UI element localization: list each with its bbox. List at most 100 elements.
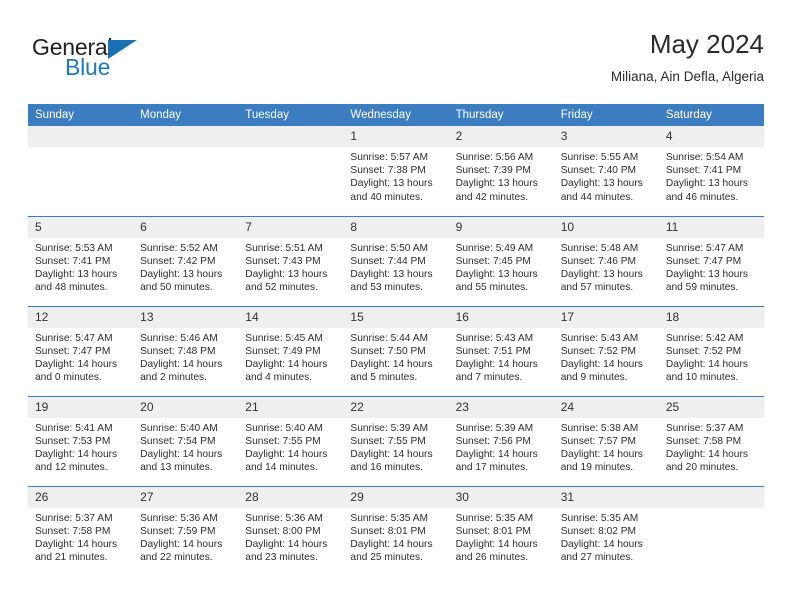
daylight-text: Daylight: 14 hours bbox=[560, 358, 643, 370]
sunset-text: Sunset: 8:00 PM bbox=[245, 525, 321, 537]
calendar-day-cell[interactable]: 8 Sunrise: 5:50 AM Sunset: 7:44 PM Daylight… bbox=[343, 215, 449, 306]
weekday-header-monday: Monday bbox=[133, 104, 239, 126]
calendar-day-cell[interactable]: 3 Sunrise: 5:55 AM Sunset: 7:40 PM Daylight… bbox=[553, 126, 659, 216]
calendar-day-cell[interactable]: 12 Sunrise: 5:47 AM Sunset: 7:47 PM Dayligh… bbox=[28, 305, 134, 396]
sunset-text: Sunset: 7:39 PM bbox=[455, 165, 531, 177]
calendar-day-cell[interactable]: 24 Sunrise: 5:38 AM Sunset: 7:57 PM Dayligh… bbox=[553, 395, 659, 486]
sunrise-text: Sunrise: 5:47 AM bbox=[35, 332, 113, 344]
sunrise-text: Sunrise: 5:48 AM bbox=[560, 242, 639, 254]
calendar-day-cell[interactable]: 13 Sunrise: 5:46 AM Sunset: 7:48 PM Dayligh… bbox=[133, 305, 239, 396]
day-number: 6 bbox=[133, 216, 239, 238]
daylight-text: and 44 minutes. bbox=[560, 191, 634, 203]
daylight-text: Daylight: 14 hours bbox=[140, 538, 223, 550]
sunrise-text: Sunrise: 5:45 AM bbox=[245, 332, 323, 344]
day-details: Sunrise: 5:54 AM Sunset: 7:41 PM Daylight:… bbox=[659, 147, 764, 204]
calendar-day-cell[interactable]: 14 Sunrise: 5:45 AM Sunset: 7:49 PM Dayligh… bbox=[238, 305, 344, 396]
calendar-day-cell[interactable]: 7 Sunrise: 5:51 AM Sunset: 7:43 PM Daylight… bbox=[238, 215, 344, 306]
calendar-day-cell[interactable]: 21 Sunrise: 5:40 AM Sunset: 7:55 PM Dayligh… bbox=[238, 395, 344, 486]
day-details: Sunrise: 5:39 AM Sunset: 7:55 PM Daylight:… bbox=[343, 418, 448, 475]
day-number bbox=[28, 126, 134, 147]
day-number: 22 bbox=[343, 396, 449, 418]
daylight-text: and 48 minutes. bbox=[35, 282, 108, 294]
sunrise-text: Sunrise: 5:40 AM bbox=[245, 422, 323, 434]
calendar-day-cell[interactable]: 11 Sunrise: 5:47 AM Sunset: 7:47 PM Dayligh… bbox=[658, 215, 764, 306]
calendar-day-cell[interactable]: 28 Sunrise: 5:36 AM Sunset: 8:00 PM Dayligh… bbox=[238, 485, 344, 576]
sunrise-text: Sunrise: 5:50 AM bbox=[350, 242, 429, 254]
calendar-day-cell[interactable]: 15 Sunrise: 5:44 AM Sunset: 7:50 PM Dayligh… bbox=[343, 305, 449, 396]
daylight-text: and 21 minutes. bbox=[35, 552, 108, 564]
logo-text-blue: Blue bbox=[65, 54, 111, 80]
calendar-day-cell[interactable]: 16 Sunrise: 5:43 AM Sunset: 7:51 PM Dayligh… bbox=[448, 305, 554, 396]
day-details: Sunrise: 5:45 AM Sunset: 7:49 PM Daylight:… bbox=[238, 328, 343, 385]
weekday-header-tuesday: Tuesday bbox=[238, 104, 344, 126]
day-details: Sunrise: 5:41 AM Sunset: 7:53 PM Daylight:… bbox=[28, 418, 133, 475]
calendar-day-cell[interactable]: 25 Sunrise: 5:37 AM Sunset: 7:58 PM Dayligh… bbox=[658, 395, 764, 486]
day-details: Sunrise: 5:46 AM Sunset: 7:48 PM Daylight:… bbox=[133, 328, 238, 385]
sunrise-text: Sunrise: 5:57 AM bbox=[350, 152, 429, 163]
calendar-day-cell[interactable]: 20 Sunrise: 5:40 AM Sunset: 7:54 PM Dayligh… bbox=[133, 395, 239, 486]
calendar-day-cell[interactable]: 19 Sunrise: 5:41 AM Sunset: 7:53 PM Dayligh… bbox=[28, 395, 134, 486]
title-block: May 2024 Miliana, Ain Defla, Algeria bbox=[611, 28, 764, 87]
day-number: 24 bbox=[553, 396, 659, 418]
calendar-page: General Blue May 2024 Miliana, Ain Defla… bbox=[0, 0, 792, 612]
day-details: Sunrise: 5:40 AM Sunset: 7:54 PM Daylight:… bbox=[133, 418, 238, 475]
calendar-day-cell[interactable]: 2 Sunrise: 5:56 AM Sunset: 7:39 PM Daylight… bbox=[448, 126, 554, 216]
weekday-header-thursday: Thursday bbox=[448, 104, 554, 126]
general-blue-logo[interactable]: General Blue bbox=[32, 34, 212, 94]
daylight-text: and 7 minutes. bbox=[455, 372, 523, 384]
daylight-text: and 26 minutes. bbox=[455, 552, 529, 564]
day-number: 28 bbox=[238, 486, 344, 508]
sunrise-text: Sunrise: 5:37 AM bbox=[665, 422, 744, 434]
calendar-grid: Sunday Monday Tuesday Wednesday Thursday Frid… bbox=[28, 104, 764, 576]
calendar-table: Sunday Monday Tuesday Wednesday Thursday Frid… bbox=[28, 104, 764, 576]
sunrise-text: Sunrise: 5:55 AM bbox=[560, 152, 639, 163]
day-details: Sunrise: 5:39 AM Sunset: 7:56 PM Daylight:… bbox=[449, 418, 554, 475]
sunset-text: Sunset: 7:42 PM bbox=[140, 255, 216, 267]
sunset-text: Sunset: 8:01 PM bbox=[455, 525, 531, 537]
daylight-text: Daylight: 13 hours bbox=[455, 178, 538, 190]
day-number: 27 bbox=[133, 486, 239, 508]
calendar-cell-empty bbox=[133, 126, 239, 216]
calendar-day-cell[interactable]: 9 Sunrise: 5:49 AM Sunset: 7:45 PM Daylight… bbox=[448, 215, 554, 306]
daylight-text: and 17 minutes. bbox=[455, 462, 529, 474]
day-number: 13 bbox=[133, 306, 239, 328]
daylight-text: Daylight: 14 hours bbox=[665, 358, 748, 370]
day-details: Sunrise: 5:37 AM Sunset: 7:58 PM Daylight:… bbox=[659, 418, 764, 475]
calendar-day-cell[interactable]: 5 Sunrise: 5:53 AM Sunset: 7:41 PM Daylight… bbox=[28, 215, 134, 306]
sunrise-text: Sunrise: 5:37 AM bbox=[35, 512, 113, 524]
daylight-text: Daylight: 14 hours bbox=[455, 448, 538, 460]
calendar-day-cell[interactable]: 29 Sunrise: 5:35 AM Sunset: 8:01 PM Dayligh… bbox=[343, 485, 449, 576]
daylight-text: and 5 minutes. bbox=[350, 372, 418, 384]
calendar-day-cell[interactable]: 27 Sunrise: 5:36 AM Sunset: 7:59 PM Dayligh… bbox=[133, 485, 239, 576]
calendar-day-cell[interactable]: 10 Sunrise: 5:48 AM Sunset: 7:46 PM Dayligh… bbox=[553, 215, 659, 306]
sunset-text: Sunset: 7:41 PM bbox=[35, 255, 111, 267]
sunset-text: Sunset: 7:59 PM bbox=[140, 525, 216, 537]
daylight-text: and 40 minutes. bbox=[350, 191, 423, 203]
sunrise-text: Sunrise: 5:42 AM bbox=[665, 332, 744, 344]
daylight-text: Daylight: 14 hours bbox=[245, 448, 328, 460]
day-details: Sunrise: 5:43 AM Sunset: 7:52 PM Daylight:… bbox=[554, 328, 659, 385]
sunset-text: Sunset: 7:52 PM bbox=[665, 345, 742, 357]
daylight-text: and 27 minutes. bbox=[560, 552, 634, 564]
day-number: 3 bbox=[553, 126, 659, 147]
calendar-day-cell[interactable]: 1 Sunrise: 5:57 AM Sunset: 7:38 PM Daylight… bbox=[343, 126, 449, 216]
sunset-text: Sunset: 7:51 PM bbox=[455, 345, 531, 357]
calendar-day-cell[interactable]: 18 Sunrise: 5:42 AM Sunset: 7:52 PM Dayligh… bbox=[658, 305, 764, 396]
calendar-day-cell[interactable]: 31 Sunrise: 5:35 AM Sunset: 8:02 PM Dayligh… bbox=[553, 485, 659, 576]
day-number: 21 bbox=[238, 396, 344, 418]
sunrise-text: Sunrise: 5:52 AM bbox=[140, 242, 218, 254]
calendar-day-cell[interactable]: 22 Sunrise: 5:39 AM Sunset: 7:55 PM Dayligh… bbox=[343, 395, 449, 486]
calendar-day-cell[interactable]: 6 Sunrise: 5:52 AM Sunset: 7:42 PM Daylight… bbox=[133, 215, 239, 306]
calendar-day-cell[interactable]: 4 Sunrise: 5:54 AM Sunset: 7:41 PM Daylight… bbox=[658, 126, 764, 216]
calendar-day-cell[interactable]: 30 Sunrise: 5:35 AM Sunset: 8:01 PM Dayligh… bbox=[448, 485, 554, 576]
sunrise-text: Sunrise: 5:40 AM bbox=[140, 422, 218, 434]
sunrise-text: Sunrise: 5:35 AM bbox=[350, 512, 429, 524]
daylight-text: and 2 minutes. bbox=[140, 372, 207, 384]
daylight-text: and 55 minutes. bbox=[455, 282, 529, 294]
daylight-text: and 20 minutes. bbox=[665, 462, 739, 474]
page-title: May 2024 bbox=[649, 29, 764, 59]
sunset-text: Sunset: 7:55 PM bbox=[245, 435, 321, 447]
calendar-day-cell[interactable]: 17 Sunrise: 5:43 AM Sunset: 7:52 PM Dayligh… bbox=[553, 305, 659, 396]
calendar-day-cell[interactable]: 23 Sunrise: 5:39 AM Sunset: 7:56 PM Dayligh… bbox=[448, 395, 554, 486]
calendar-day-cell[interactable]: 26 Sunrise: 5:37 AM Sunset: 7:58 PM Dayligh… bbox=[28, 485, 134, 576]
